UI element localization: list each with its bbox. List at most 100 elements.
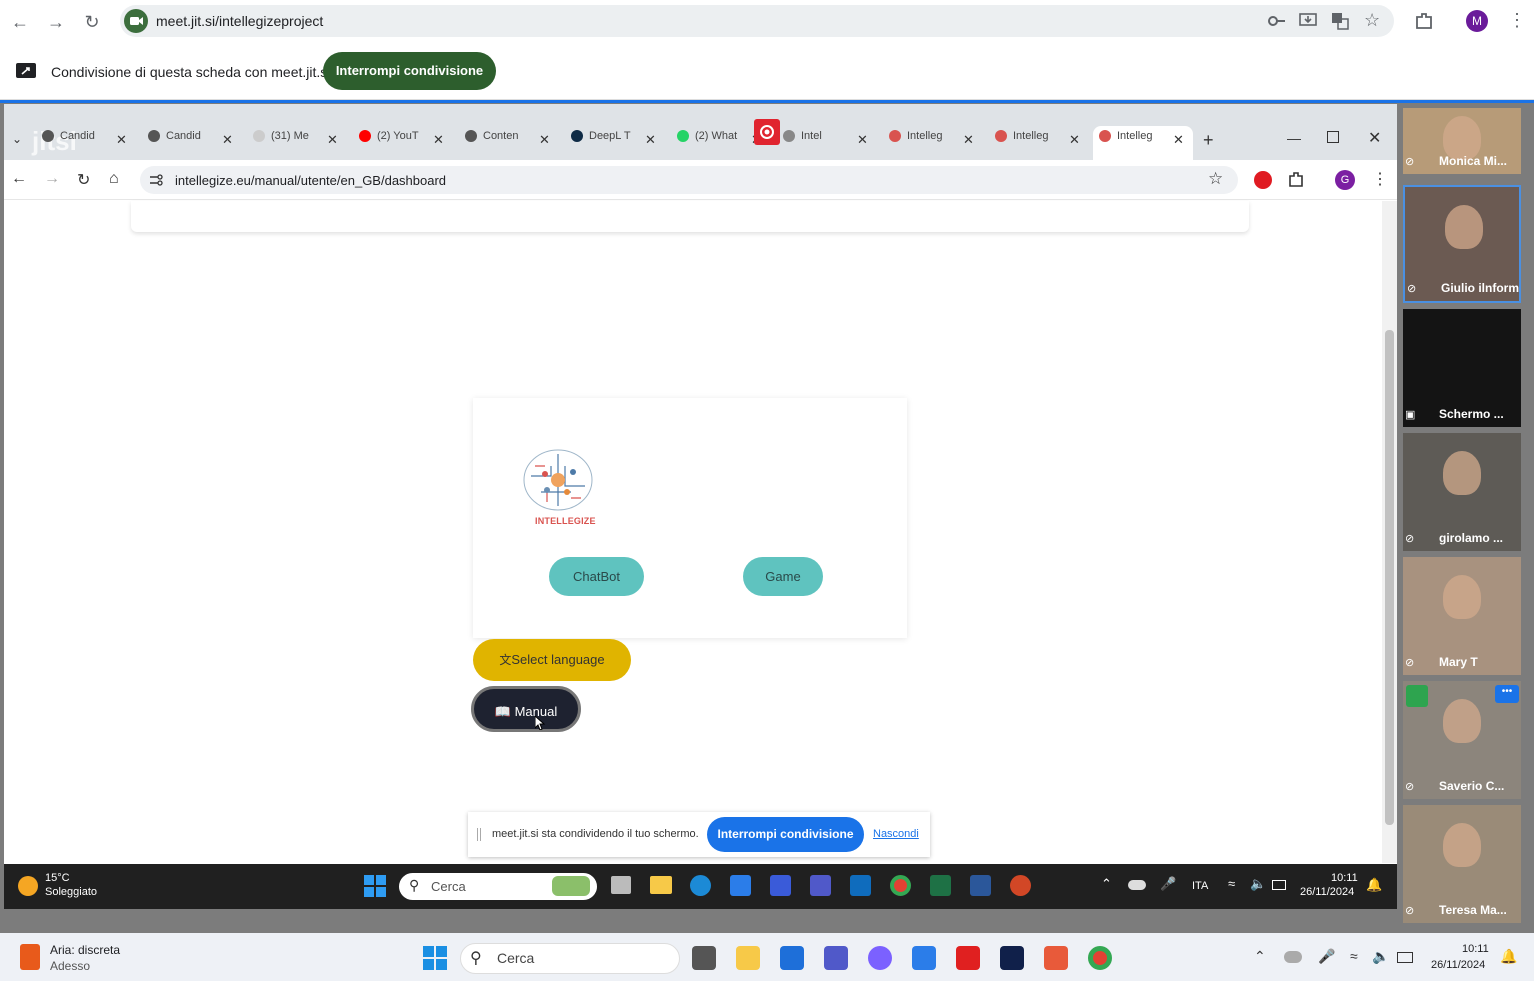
game-button[interactable]: Game [743, 557, 823, 596]
reload-icon[interactable]: ↻ [82, 12, 102, 32]
minimize-icon[interactable]: — [1287, 130, 1301, 146]
inner-onedrive-icon[interactable] [1128, 880, 1146, 890]
presentation-app-icon[interactable] [1044, 946, 1068, 970]
mail-icon[interactable] [780, 946, 804, 970]
outer-search-box[interactable] [460, 943, 680, 974]
password-key-icon[interactable] [1268, 14, 1286, 28]
site-settings-icon[interactable] [149, 173, 163, 187]
participant-tile[interactable]: ▣ Schermo ... [1403, 309, 1521, 427]
inner-start-icon[interactable] [364, 875, 386, 897]
home-icon[interactable]: ⌂ [109, 170, 119, 188]
participant-tile[interactable]: ⊘ Mary T [1403, 557, 1521, 675]
tab-close-icon[interactable]: ✕ [857, 132, 868, 148]
chatbot-button[interactable]: ChatBot [549, 557, 644, 596]
inner-reload-icon[interactable]: ↻ [77, 170, 90, 190]
inner-mic-icon[interactable]: 🎤 [1160, 876, 1176, 892]
inner-clock-time[interactable]: 10:11 [1331, 872, 1358, 884]
inner-wifi-icon[interactable]: ≈ [1228, 876, 1235, 891]
participant-tile[interactable]: ⊘ Saverio C... ••• [1403, 681, 1521, 799]
sun-weather-icon[interactable] [18, 876, 38, 896]
file-explorer-icon[interactable] [736, 946, 760, 970]
task-view-icon[interactable] [611, 876, 631, 894]
tab-close-icon[interactable]: ✕ [645, 132, 656, 148]
inner-bookmark-icon[interactable]: ☆ [1208, 169, 1223, 189]
inner-store-icon[interactable] [730, 875, 751, 896]
menu-kebab-icon[interactable]: ⋮ [1508, 10, 1526, 31]
maximize-icon[interactable] [1327, 131, 1339, 143]
inner-tray-chevron-icon[interactable]: ⌃ [1101, 876, 1112, 892]
install-app-icon[interactable] [1299, 12, 1317, 30]
air-quality-icon[interactable] [20, 944, 40, 970]
extensions-icon[interactable] [1414, 11, 1434, 31]
drag-handle-icon[interactable] [477, 828, 481, 841]
inner-chrome-icon[interactable] [890, 875, 911, 896]
tab-close-icon[interactable]: ✕ [539, 132, 550, 148]
inner-clock-date[interactable]: 26/11/2024 [1300, 886, 1354, 898]
wifi-icon[interactable]: ≈ [1350, 948, 1358, 964]
select-language-button[interactable]: 文​ Select language [473, 639, 631, 681]
meet-site-icon[interactable] [124, 9, 148, 33]
onedrive-icon[interactable] [1284, 951, 1302, 963]
outer-task-view-icon[interactable] [692, 946, 716, 970]
teams-icon[interactable] [824, 946, 848, 970]
inner-excel-icon[interactable] [930, 875, 951, 896]
inner-app-icon[interactable] [770, 875, 791, 896]
tab-close-icon[interactable]: ✕ [327, 132, 338, 148]
manual-button[interactable]: 📖 Manual [471, 686, 581, 732]
opera-extension-icon[interactable] [1254, 171, 1272, 189]
connection-stats-icon[interactable] [1406, 685, 1428, 707]
battery-icon[interactable] [1397, 952, 1413, 963]
outer-clock-time[interactable]: 10:11 [1462, 943, 1489, 955]
scrollbar-thumb[interactable] [1385, 330, 1394, 825]
inner-outlook-icon[interactable] [850, 875, 871, 896]
outer-profile-avatar[interactable]: M [1466, 10, 1488, 32]
inner-lang-indicator[interactable]: ITA [1192, 880, 1208, 892]
stop-sharing-button[interactable]: Interrompi condivisione [323, 52, 496, 90]
inner-edge-icon[interactable] [690, 875, 711, 896]
inner-word-icon[interactable] [970, 875, 991, 896]
window-close-icon[interactable]: ✕ [1368, 128, 1381, 148]
inner-battery-icon[interactable] [1272, 880, 1286, 890]
inner-powerpoint-icon[interactable] [1010, 875, 1031, 896]
participant-tile[interactable]: ⊘ girolamo ... [1403, 433, 1521, 551]
translate-icon[interactable] [1331, 12, 1349, 30]
bookmark-star-icon[interactable]: ☆ [1364, 10, 1380, 31]
start-icon[interactable] [423, 946, 447, 970]
chrome-icon[interactable] [1088, 946, 1112, 970]
tab-close-icon[interactable]: ✕ [1069, 132, 1080, 148]
tab-search-chevron-icon[interactable]: ⌄ [12, 132, 22, 146]
inner-teams-icon[interactable] [810, 875, 831, 896]
tab-close-icon[interactable]: ✕ [433, 132, 444, 148]
outer-clock-date[interactable]: 26/11/2024 [1431, 959, 1485, 971]
participant-tile[interactable]: ⊘ Monica Mi... [1403, 108, 1521, 174]
volume-icon[interactable]: 🔈 [1372, 948, 1389, 965]
anydesk-icon[interactable] [956, 946, 980, 970]
hide-popup-link[interactable]: Nascondi [873, 828, 919, 840]
store-icon[interactable] [912, 946, 936, 970]
notification-bell-icon[interactable]: 🔔 [1500, 948, 1517, 965]
new-tab-icon[interactable]: + [1203, 130, 1214, 151]
inner-back-icon[interactable]: ← [11, 170, 27, 188]
mic-icon[interactable]: 🎤 [1318, 948, 1335, 965]
recording-indicator-icon[interactable] [754, 119, 780, 145]
participant-tile[interactable]: ⊘ Giulio ilnform... [1403, 185, 1521, 303]
inner-file-explorer-icon[interactable] [650, 876, 672, 894]
inner-menu-icon[interactable]: ⋮ [1372, 169, 1388, 189]
inner-profile-avatar[interactable]: G [1335, 170, 1355, 190]
tab-close-icon[interactable]: ✕ [963, 132, 974, 148]
tab-close-icon[interactable]: ✕ [116, 132, 127, 148]
inner-notification-bell-icon[interactable]: 🔔 [1366, 877, 1382, 893]
forward-icon[interactable]: → [46, 12, 66, 32]
tile-more-options-icon[interactable]: ••• [1495, 685, 1519, 703]
tray-chevron-icon[interactable]: ⌃ [1254, 948, 1266, 965]
inner-extensions-icon[interactable] [1287, 171, 1305, 189]
tab-close-icon[interactable]: ✕ [1173, 132, 1184, 148]
back-icon[interactable]: ← [10, 12, 30, 32]
webex-icon[interactable] [1000, 946, 1024, 970]
participant-tile[interactable]: ⊘ Teresa Ma... [1403, 805, 1521, 923]
popup-stop-sharing-button[interactable]: Interrompi condivisione [707, 817, 864, 852]
tab-close-icon[interactable]: ✕ [222, 132, 233, 148]
inner-forward-icon[interactable]: → [44, 170, 60, 188]
inner-volume-icon[interactable]: 🔈 [1250, 876, 1266, 892]
copilot-icon[interactable] [868, 946, 892, 970]
